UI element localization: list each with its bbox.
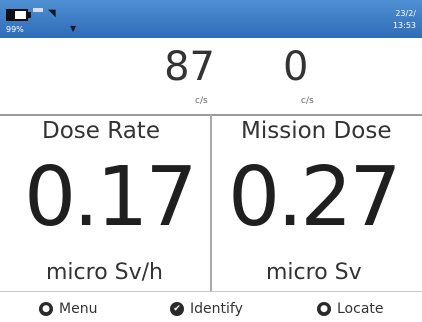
mission-dose-label: Mission Dose bbox=[241, 118, 392, 144]
battery-percentage: 99% bbox=[6, 25, 24, 34]
count-right-value: 0 bbox=[283, 44, 309, 90]
battery-icon bbox=[6, 9, 31, 21]
count-left-unit: c/s bbox=[195, 96, 208, 106]
dose-rate-unit: micro Sv/h bbox=[46, 260, 163, 285]
count-right-unit: c/s bbox=[301, 96, 314, 106]
identify-softkey[interactable]: ✔ Identify bbox=[170, 300, 243, 318]
battery-fill bbox=[8, 11, 15, 19]
locate-softkey-icon: ● bbox=[317, 302, 331, 316]
locate-softkey-label: Locate bbox=[337, 301, 384, 317]
count-rate-row: 87 c/s 0 c/s bbox=[0, 38, 422, 114]
signal-icon bbox=[33, 8, 43, 12]
locate-softkey[interactable]: ● Locate bbox=[317, 300, 384, 318]
status-time: 13:53 bbox=[392, 21, 416, 30]
status-bar: 99% ◥ ▼ 23/2/ 13:53 bbox=[0, 0, 422, 38]
dose-rate-label: Dose Rate bbox=[42, 118, 160, 144]
chevron-down-icon: ▼ bbox=[70, 24, 77, 33]
bottom-divider bbox=[0, 291, 422, 292]
identify-softkey-label: Identify bbox=[190, 301, 243, 317]
mission-dose-value: 0.27 bbox=[228, 150, 402, 245]
center-divider bbox=[210, 114, 212, 291]
dose-rate-value: 0.17 bbox=[24, 150, 198, 245]
menu-softkey-label: Menu bbox=[59, 301, 98, 317]
count-left-value: 87 bbox=[164, 44, 215, 90]
identify-softkey-icon: ✔ bbox=[170, 302, 184, 316]
status-date: 23/2/ bbox=[395, 9, 416, 18]
mission-dose-unit: micro Sv bbox=[266, 260, 362, 285]
wifi-icon: ◥ bbox=[48, 8, 56, 19]
menu-softkey[interactable]: ● Menu bbox=[39, 300, 97, 318]
menu-softkey-icon: ● bbox=[39, 302, 53, 316]
